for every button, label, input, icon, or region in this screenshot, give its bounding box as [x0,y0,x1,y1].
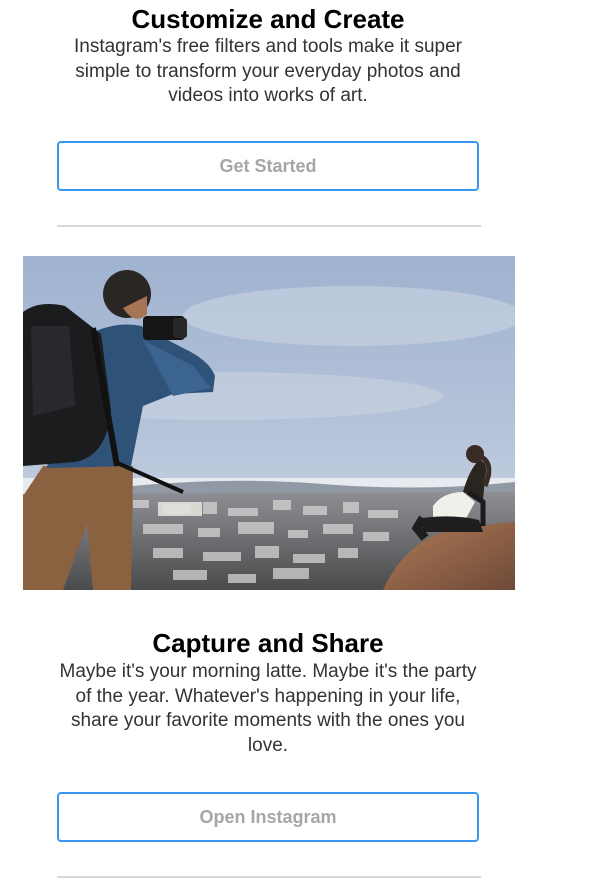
section-title-customize: Customize and Create [131,4,405,34]
section-divider-bottom [57,876,481,878]
open-instagram-button[interactable]: Open Instagram [57,792,479,842]
get-started-button[interactable]: Get Started [57,141,479,191]
section-divider [57,225,481,227]
section-body-capture: Maybe it's your morning latte. Maybe it'… [59,661,477,756]
section-body-customize: Instagram's free filters and tools make … [73,36,462,106]
section-title-capture: Capture and Share [152,628,384,658]
photographer-and-woman-overlooking-city-photo [23,256,515,590]
